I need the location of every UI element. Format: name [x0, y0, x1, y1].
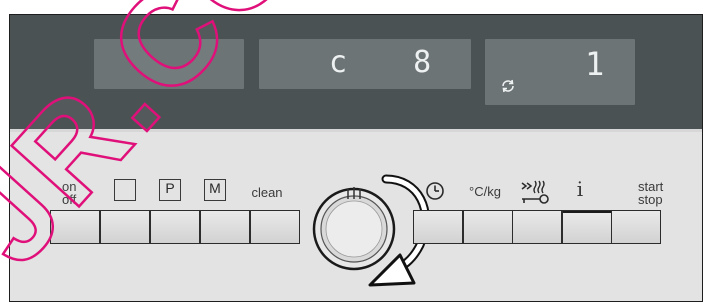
on-off-label: on off — [62, 180, 102, 206]
program-key[interactable] — [150, 211, 200, 243]
temp-unit-label: °C/kg — [469, 184, 501, 199]
info-key[interactable] — [562, 211, 611, 243]
program-code-readout: c 8 — [329, 45, 442, 80]
panel-separator — [10, 129, 702, 132]
temperature-key[interactable] — [463, 211, 512, 243]
m-symbol-box: M — [204, 179, 226, 201]
display-left — [94, 39, 244, 89]
left-key-strip — [50, 210, 300, 244]
memory-key[interactable] — [200, 211, 250, 243]
stop-label: stop — [638, 192, 663, 207]
key-lock-icon — [521, 180, 549, 204]
on-off-key[interactable] — [51, 211, 100, 243]
clean-label: clean — [251, 185, 283, 200]
blank-symbol-box — [114, 179, 136, 201]
start-stop-label: start stop — [638, 180, 678, 206]
clean-key[interactable] — [250, 211, 300, 243]
start-stop-key[interactable] — [612, 211, 660, 243]
blank-key[interactable] — [100, 211, 150, 243]
value-readout: 1 — [585, 45, 605, 83]
display-value: 1 — [485, 39, 635, 105]
display-program: c 8 — [259, 39, 471, 89]
right-key-strip — [413, 210, 661, 244]
child-lock-key[interactable] — [513, 211, 561, 243]
appliance-control-panel: c 8 1 on off P M clean °C/kg i start sto… — [0, 0, 708, 306]
p-symbol-box: P — [159, 179, 181, 201]
clock-icon — [426, 182, 444, 200]
panel-frame: c 8 1 on off P M clean °C/kg i start sto… — [9, 14, 703, 302]
timer-key[interactable] — [414, 211, 462, 243]
cycle-icon — [502, 79, 514, 93]
info-label: i — [576, 177, 584, 201]
off-label: off — [62, 192, 77, 207]
